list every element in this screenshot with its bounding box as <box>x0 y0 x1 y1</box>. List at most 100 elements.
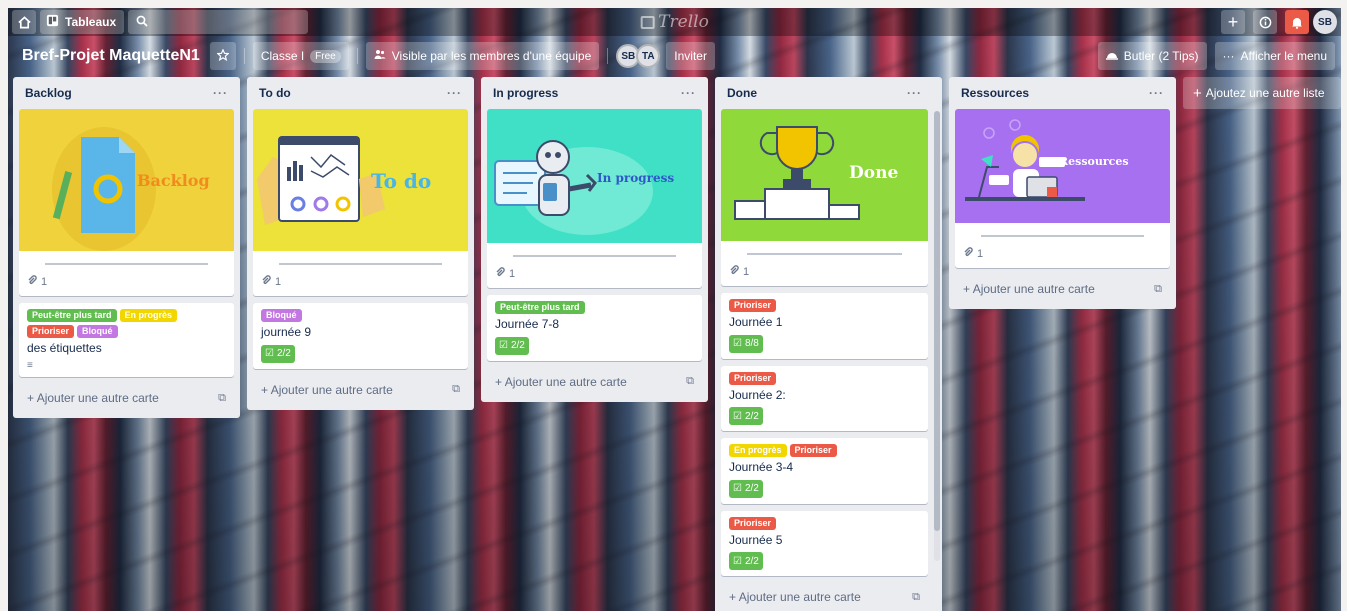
scrollbar-thumb[interactable] <box>934 111 940 531</box>
home-icon[interactable] <box>12 10 36 34</box>
card[interactable]: En progrès Prioriser Journée 3-4 ☑ 2/2 <box>721 438 928 504</box>
card[interactable]: Prioriser Journée 1 ☑ 8/8 <box>721 293 928 359</box>
label-red[interactable]: Prioriser <box>729 516 777 530</box>
checklist-count: 2/2 <box>744 410 759 422</box>
add-card-button[interactable]: + Ajouter une autre carte ⧉ <box>253 376 468 404</box>
attachment-count: 1 <box>977 247 984 260</box>
card-title: des étiquettes <box>27 341 102 355</box>
card[interactable]: Peut-être plus tard Journée 7-8 ☑ 2/2 <box>487 295 702 361</box>
add-card-label: Ajouter une autre carte <box>738 590 861 604</box>
add-card-label: Ajouter une autre carte <box>270 382 393 397</box>
cover-text: Done <box>849 163 899 183</box>
checklist-badge: ☑ 2/2 <box>729 407 763 425</box>
search-input[interactable] <box>128 10 309 34</box>
add-card-label: Ajouter une autre carte <box>36 391 159 405</box>
cover-card[interactable]: Done 1 <box>721 109 928 286</box>
cover-card[interactable]: In progress 1 <box>487 109 702 288</box>
list-header[interactable]: Backlog ··· <box>19 77 234 109</box>
trello-logo[interactable]: Trello <box>640 12 709 32</box>
ellipsis-icon[interactable]: ··· <box>213 86 228 100</box>
cover-text: Backlog <box>137 171 210 190</box>
list-title[interactable]: Backlog <box>25 86 72 100</box>
list-title[interactable]: Done <box>727 86 757 100</box>
label-red[interactable]: Prioriser <box>729 299 777 312</box>
top-header: Tableaux Trello + SB <box>8 8 1341 36</box>
butler-button[interactable]: Butler (2 Tips) <box>1097 42 1207 70</box>
list-title[interactable]: In progress <box>493 86 558 100</box>
list-header[interactable]: Done ··· <box>721 77 928 109</box>
card-labels: En progrès Prioriser <box>729 444 920 457</box>
star-button[interactable] <box>209 42 236 70</box>
card-cover-image: Ressources <box>955 109 1170 223</box>
card-title: Journée 1 <box>729 315 783 329</box>
label-yellow[interactable]: En progrès <box>729 444 787 457</box>
card[interactable]: Bloqué journée 9 ☑ 2/2 <box>253 303 468 369</box>
card-cover-image: Done <box>721 109 928 241</box>
list-scrollbar[interactable] <box>934 111 940 561</box>
attachment-badge: 1 <box>721 255 928 286</box>
board-title[interactable]: Bref-Projet MaquetteN1 <box>22 47 200 65</box>
boards-button[interactable]: Tableaux <box>40 10 125 34</box>
checklist-count: 2/2 <box>510 340 525 351</box>
plus-icon[interactable]: + <box>1221 10 1245 34</box>
label-red[interactable]: Prioriser <box>27 325 75 338</box>
ellipsis-icon[interactable]: ··· <box>681 86 696 100</box>
card-template-icon[interactable]: ⧉ <box>686 375 694 388</box>
cover-card[interactable]: Backlog 1 <box>19 109 234 296</box>
add-card-button[interactable]: + Ajouter une autre carte ⧉ <box>721 583 928 611</box>
bell-icon[interactable] <box>1285 10 1309 34</box>
paperclip-icon <box>261 275 271 288</box>
attachment-badge: 1 <box>487 257 702 288</box>
checklist-count: 2/2 <box>744 555 759 567</box>
card-template-icon[interactable]: ⧉ <box>912 591 920 604</box>
card[interactable]: Peut-être plus tard En progrès Prioriser… <box>19 303 234 377</box>
team-button[interactable]: Classe I Free <box>252 42 349 70</box>
butler-icon <box>1105 49 1118 63</box>
member-avatar[interactable]: TA <box>636 44 661 68</box>
list-done: Done ··· Done 1 Prioriser Journée 1 ☑ 8/… <box>715 77 942 611</box>
add-card-button[interactable]: + Ajouter une autre carte ⧉ <box>955 275 1170 303</box>
user-avatar[interactable]: SB <box>1313 10 1337 34</box>
invite-button[interactable]: Inviter <box>666 42 715 70</box>
trello-logo-icon <box>640 15 655 29</box>
checkbox-icon: ☑ <box>733 483 742 494</box>
show-menu-label: Afficher le menu <box>1240 49 1328 63</box>
card-cover-image: In progress <box>487 109 702 243</box>
visibility-button[interactable]: Visible par les membres d'une équipe <box>365 42 600 70</box>
add-list-button[interactable]: + Ajoutez une autre liste <box>1183 77 1341 109</box>
ellipsis-icon[interactable]: ··· <box>447 86 462 100</box>
label-green[interactable]: Peut-être plus tard <box>495 301 585 314</box>
cover-card[interactable]: Ressources 1 <box>955 109 1170 268</box>
label-red[interactable]: Prioriser <box>789 444 837 457</box>
list-header[interactable]: In progress ··· <box>487 77 702 109</box>
card-template-icon[interactable]: ⧉ <box>1154 283 1162 296</box>
list-header[interactable]: Ressources ··· <box>955 77 1170 109</box>
list-title[interactable]: Ressources <box>961 86 1029 100</box>
label-red[interactable]: Prioriser <box>729 371 777 385</box>
info-icon[interactable] <box>1253 10 1277 34</box>
ellipsis-icon[interactable]: ··· <box>1149 86 1164 100</box>
cover-text: In progress <box>597 171 675 185</box>
label-green[interactable]: Peut-être plus tard <box>27 309 117 322</box>
label-purple[interactable]: Bloqué <box>261 309 302 322</box>
list-backlog: Backlog ··· Backlog 1 Peut-être plus tar… <box>13 77 240 418</box>
card-template-icon[interactable]: ⧉ <box>452 383 460 396</box>
card-template-icon[interactable]: ⧉ <box>218 392 226 405</box>
card[interactable]: Prioriser Journée 2: ☑ 2/2 <box>721 365 928 431</box>
label-purple[interactable]: Bloqué <box>77 325 118 338</box>
star-icon <box>216 47 230 64</box>
board-header: Bref-Projet MaquetteN1 Classe I Free Vis… <box>8 40 1341 72</box>
ellipsis-icon[interactable]: ··· <box>907 86 922 100</box>
show-menu-button[interactable]: ··· Afficher le menu <box>1214 42 1335 70</box>
checklist-badge: ☑ 2/2 <box>495 336 529 355</box>
checkbox-icon: ☑ <box>733 555 742 567</box>
add-card-button[interactable]: + Ajouter une autre carte ⧉ <box>487 368 702 396</box>
list-header[interactable]: To do ··· <box>253 77 468 109</box>
card[interactable]: Prioriser Journée 5 ☑ 2/2 <box>721 510 928 576</box>
card-labels: Prioriser <box>729 371 920 385</box>
label-yellow[interactable]: En progrès <box>119 309 178 322</box>
list-title[interactable]: To do <box>259 86 291 100</box>
add-card-button[interactable]: + Ajouter une autre carte ⧉ <box>19 384 234 412</box>
cover-card[interactable]: To do 1 <box>253 109 468 296</box>
boards-icon <box>46 14 59 30</box>
